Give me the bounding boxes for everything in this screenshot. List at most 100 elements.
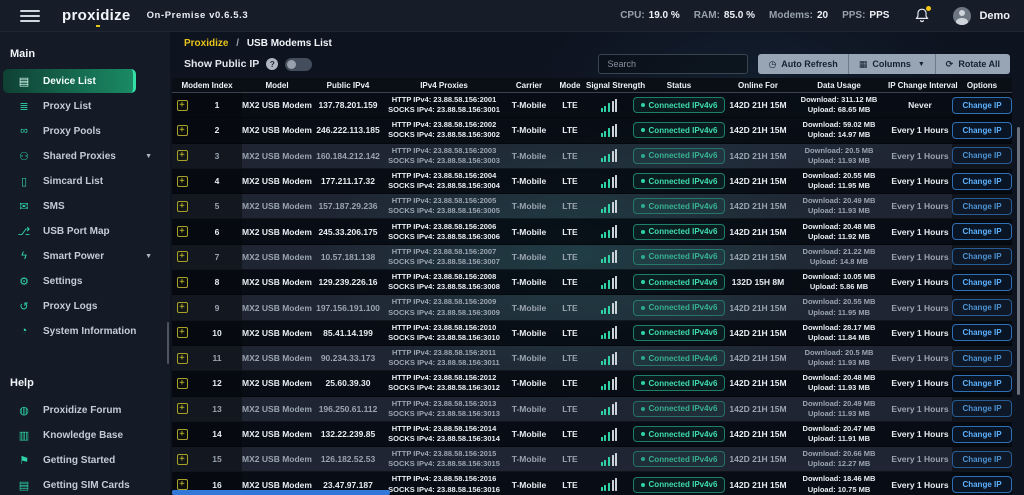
modem-index-cell: 13 xyxy=(192,396,242,421)
sidebar-item-getting-sim-cards[interactable]: ▤ Getting SIM Cards xyxy=(3,473,166,495)
columns-button[interactable]: ▦ Columns ▼ xyxy=(848,54,936,74)
status-badge: Connected IPv4v6 xyxy=(632,198,726,215)
signal-strength-cell xyxy=(586,149,632,163)
status-label: Connected IPv4v6 xyxy=(648,378,718,388)
mode-cell: LTE xyxy=(562,176,578,187)
signal-strength-cell xyxy=(586,402,632,416)
sidebar-item-usb-port-map[interactable]: ⎇ USB Port Map xyxy=(3,219,166,243)
expand-row-icon[interactable]: + xyxy=(176,276,188,288)
expand-row-icon[interactable]: + xyxy=(176,352,188,364)
change-ip-button[interactable]: Change IP xyxy=(952,425,1012,443)
http-proxy-line: HTTP IPv4: 23.88.58.156:2004 xyxy=(391,170,497,180)
expand-cell: + xyxy=(172,447,192,472)
vertical-scrollbar[interactable] xyxy=(1017,127,1020,395)
sidebar: Main ▤ Device List ≣ Proxy List ∞ Proxy Pools ⚇… xyxy=(0,32,170,495)
signal-strength-cell xyxy=(586,452,632,466)
change-ip-button[interactable]: Change IP xyxy=(952,374,1012,392)
sidebar-item-knowledge-base[interactable]: ▥ Knowledge Base xyxy=(3,423,166,447)
change-ip-button[interactable]: Change IP xyxy=(952,172,1012,190)
expand-row-icon[interactable]: + xyxy=(176,403,188,415)
carrier-cell: T-Mobile xyxy=(511,226,547,237)
mode-cell: LTE xyxy=(562,125,578,136)
change-ip-button[interactable]: Change IP xyxy=(952,299,1012,317)
expand-row-icon[interactable]: + xyxy=(176,99,188,111)
sidebar-item-sms[interactable]: ✉ SMS xyxy=(3,194,166,218)
expand-row-icon[interactable]: + xyxy=(176,302,188,314)
simcard-icon: ▯ xyxy=(20,175,28,188)
options-cell: Change IP xyxy=(952,295,1012,320)
help-tooltip-icon[interactable]: ? xyxy=(266,58,279,70)
socks-proxy-line: SOCKS IPv4: 23.88.58.156:3012 xyxy=(388,383,500,393)
user-menu[interactable]: Demo xyxy=(953,6,1010,25)
sidebar-item-proxy-pools[interactable]: ∞ Proxy Pools xyxy=(3,119,166,143)
sidebar-item-simcard-list[interactable]: ▯ Simcard List xyxy=(3,169,166,193)
expand-row-icon[interactable]: + xyxy=(176,251,188,263)
change-ip-button[interactable]: Change IP xyxy=(952,197,1012,215)
signal-strength-cell xyxy=(586,250,632,264)
auto-refresh-button[interactable]: ◷ Auto Refresh xyxy=(758,54,849,74)
sidebar-item-shared-proxies[interactable]: ⚇ Shared Proxies ▼ xyxy=(3,144,166,168)
sidebar-item-settings[interactable]: ⚙ Settings xyxy=(3,269,166,293)
sidebar-item-proxy-list[interactable]: ≣ Proxy List xyxy=(3,94,166,118)
expand-row-icon[interactable]: + xyxy=(176,124,188,136)
modem-index-cell: 1 xyxy=(192,93,242,118)
expand-row-icon[interactable]: + xyxy=(176,428,188,440)
signal-strength-cell xyxy=(586,275,632,289)
expand-row-icon[interactable]: + xyxy=(176,453,188,465)
table-row: +7 MX2 USB Modem 10.57.181.138 HTTP IPv4: 2… xyxy=(172,244,1012,271)
change-ip-button[interactable]: Change IP xyxy=(952,96,1012,114)
expand-row-icon[interactable]: + xyxy=(176,150,188,162)
sidebar-item-proxidize-forum[interactable]: ◍ Proxidize Forum xyxy=(3,398,166,422)
change-ip-button[interactable]: Change IP xyxy=(952,273,1012,291)
options-cell: Change IP xyxy=(952,371,1012,396)
table-row: +15 MX2 USB Modem 126.182.52.53 HTTP IPv4: … xyxy=(172,447,1012,473)
change-ip-button[interactable]: Change IP xyxy=(952,476,1012,494)
carrier-cell: T-Mobile xyxy=(511,327,547,338)
expand-row-icon[interactable]: + xyxy=(176,175,188,187)
signal-strength-icon xyxy=(586,452,632,466)
breadcrumb-root-link[interactable]: Proxidize xyxy=(184,38,228,49)
change-ip-button[interactable]: Change IP xyxy=(952,450,1012,468)
expand-row-icon[interactable]: + xyxy=(176,226,188,238)
show-public-ip-toggle[interactable] xyxy=(285,57,313,71)
notification-bell-icon[interactable] xyxy=(915,6,932,23)
http-proxy-line: HTTP IPv4: 23.88.58.156:2013 xyxy=(391,398,497,408)
online-for-cell: 142D 21H 15M xyxy=(729,150,787,161)
ram-stat: RAM: 85.0 % xyxy=(693,10,756,21)
ipv4-proxies-cell: HTTP IPv4: 23.88.58.156:2007 SOCKS IPv4: … xyxy=(384,247,504,267)
ip-change-interval-cell: Every 1 Hours xyxy=(891,201,949,212)
expand-row-icon[interactable]: + xyxy=(176,479,188,491)
change-ip-button[interactable]: Change IP xyxy=(952,248,1012,266)
change-ip-button[interactable]: Change IP xyxy=(952,400,1012,418)
search-input[interactable] xyxy=(598,54,749,74)
status-badge: Connected IPv4v6 xyxy=(632,324,726,341)
sidebar-scrollbar[interactable] xyxy=(167,322,169,364)
pps-stat: PPS: PPS xyxy=(842,10,890,21)
sidebar-item-label: Proxidize Forum xyxy=(43,404,122,416)
rotate-all-button[interactable]: ⟳ Rotate All xyxy=(935,54,1010,74)
change-ip-button[interactable]: Change IP xyxy=(952,147,1012,165)
change-ip-button[interactable]: Change IP xyxy=(952,349,1012,367)
change-ip-button[interactable]: Change IP xyxy=(952,121,1012,139)
sidebar-item-proxy-logs[interactable]: ↺ Proxy Logs xyxy=(3,294,166,318)
sidebar-item-device-list[interactable]: ▤ Device List xyxy=(3,69,136,93)
status-badge: Connected IPv4v6 xyxy=(632,426,726,442)
options-cell: Change IP xyxy=(952,270,1012,295)
expand-row-icon[interactable]: + xyxy=(176,377,188,389)
signal-strength-icon xyxy=(586,326,632,340)
expand-row-icon[interactable]: + xyxy=(176,200,188,212)
sidebar-item-smart-power[interactable]: ϟ Smart Power ▼ xyxy=(3,244,166,268)
http-proxy-line: HTTP IPv4: 23.88.58.156:2007 xyxy=(391,246,497,256)
page-title: USB Modems List xyxy=(246,38,332,49)
sidebar-item-getting-started[interactable]: ⚑ Getting Started xyxy=(3,448,166,472)
sidebar-item-label: USB Port Map xyxy=(43,225,110,237)
expand-row-icon[interactable]: + xyxy=(176,327,188,339)
sidebar-item-system-information[interactable]: ◔ System Information xyxy=(3,319,166,343)
horizontal-scrollbar[interactable] xyxy=(172,490,390,495)
ip-change-interval-cell: Every 1 Hours xyxy=(891,125,949,136)
status-dot-icon xyxy=(640,128,645,133)
download-line: Download: 20.49 MB xyxy=(802,398,876,408)
change-ip-button[interactable]: Change IP xyxy=(952,223,1012,241)
hamburger-menu-icon[interactable] xyxy=(20,9,40,22)
change-ip-button[interactable]: Change IP xyxy=(952,324,1012,342)
